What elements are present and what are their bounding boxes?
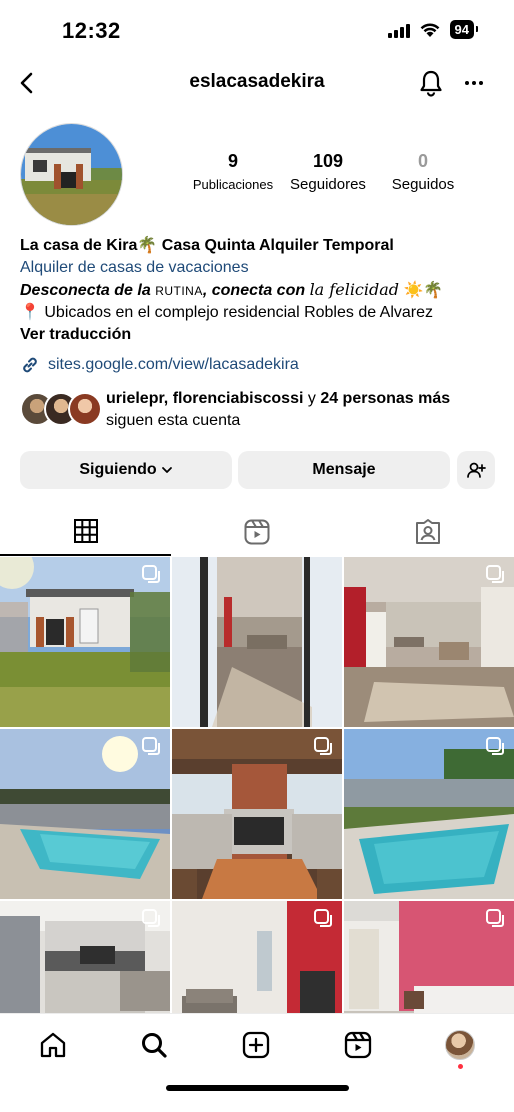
- nav-reels[interactable]: [338, 1028, 378, 1062]
- battery-indicator: 94: [449, 20, 479, 39]
- profile-display-name-suffix: Casa Quinta Alquiler Temporal: [157, 237, 394, 254]
- bio-tagline: Desconecta de la RUTINA, conecta con la …: [20, 279, 500, 302]
- multiple-photos-icon: [314, 737, 332, 755]
- search-icon: [142, 1033, 167, 1058]
- signal-icon: [387, 22, 410, 38]
- wifi-icon: [420, 22, 439, 37]
- external-link-text: sites.google.com/view/lacasadekira: [48, 356, 299, 373]
- multiple-photos-icon: [142, 737, 160, 755]
- mutual-connector: y: [303, 390, 321, 407]
- status-bar: 12:32 94: [0, 0, 514, 60]
- post-thumbnail-living-room-doorway[interactable]: [172, 557, 342, 727]
- posts-count-label: Publicaciones: [192, 177, 274, 192]
- profile-avatar[interactable]: [20, 123, 123, 226]
- status-time: 12:32: [62, 18, 121, 43]
- post-thumbnail-pool-day[interactable]: [344, 729, 514, 899]
- tagged-icon: [415, 519, 440, 544]
- multiple-photos-icon: [486, 909, 504, 927]
- tagline-smallcaps: RUTINA: [155, 284, 203, 298]
- post-thumbnail-bedroom-pink[interactable]: [344, 901, 514, 1013]
- tab-reels[interactable]: [171, 508, 342, 556]
- post-thumbnail-house-exterior[interactable]: [0, 557, 170, 727]
- multiple-photos-icon: [486, 565, 504, 583]
- nav-create[interactable]: [236, 1028, 276, 1062]
- home-indicator: [166, 1085, 349, 1091]
- profile-avatar-small: [445, 1030, 475, 1060]
- tagline-part2: , conecta con: [202, 282, 306, 299]
- followers-count-label: Seguidores: [290, 176, 366, 193]
- nav-profile[interactable]: [440, 1028, 480, 1062]
- bell-icon: [420, 70, 442, 97]
- chevron-down-icon: [161, 467, 172, 473]
- notifications-button[interactable]: [416, 68, 446, 98]
- add-user-icon: [467, 462, 486, 478]
- profile-category[interactable]: Alquiler de casas de vacaciones: [20, 257, 500, 279]
- multiple-photos-icon: [486, 737, 504, 755]
- post-thumbnail-living-room-sofa[interactable]: [172, 901, 342, 1013]
- grid-icon: [73, 519, 98, 543]
- profile-display-name: La casa de Kira: [20, 237, 138, 254]
- following-button-label: Siguiendo: [79, 461, 157, 478]
- bio-location-line: 📍 Ubicados en el complejo residencial Ro…: [20, 302, 500, 324]
- tab-posts-grid[interactable]: [0, 508, 171, 556]
- mutual-followers[interactable]: urielepr, florenciabiscossi y 24 persona…: [20, 388, 500, 432]
- mutual-names: urielepr, florenciabiscossi: [106, 390, 304, 407]
- following-count-label: Seguidos: [391, 176, 455, 193]
- external-link[interactable]: sites.google.com/view/lacasadekira: [20, 355, 299, 375]
- mutual-avatar: [68, 392, 102, 426]
- post-thumbnail-kitchen[interactable]: [0, 901, 170, 1013]
- multiple-photos-icon: [142, 909, 160, 927]
- nav-search[interactable]: [134, 1028, 174, 1062]
- pin-icon: 📍: [20, 304, 40, 321]
- reels-icon: [244, 519, 269, 545]
- link-icon: [23, 357, 37, 373]
- create-icon: [242, 1031, 270, 1059]
- profile-tabs: [0, 508, 514, 556]
- sun-palm-emoji: ☀️🌴: [403, 282, 444, 299]
- message-button-label: Mensaje: [312, 461, 376, 478]
- posts-count-value: 9: [227, 151, 238, 171]
- posts-count[interactable]: 9 Publicaciones: [188, 150, 278, 195]
- mutual-avatars: [20, 392, 102, 428]
- bottom-navigation: [0, 1013, 514, 1112]
- tab-tagged[interactable]: [342, 508, 513, 556]
- multiple-photos-icon: [314, 909, 332, 927]
- palm-emoji: 🌴: [137, 237, 158, 254]
- reels-icon: [344, 1031, 372, 1059]
- followers-count-value: 109: [312, 151, 344, 171]
- profile-stats: 9 Publicaciones 109 Seguidores 0 Seguido…: [180, 150, 470, 200]
- message-button[interactable]: Mensaje: [238, 451, 450, 489]
- status-icons: 94: [387, 20, 479, 39]
- bio-name-line: La casa de Kira🌴 Casa Quinta Alquiler Te…: [20, 235, 500, 257]
- tagline-part1: Desconecta de la: [20, 282, 151, 299]
- see-translation-link[interactable]: Ver traducción: [20, 324, 500, 346]
- profile-bio: La casa de Kira🌴 Casa Quinta Alquiler Te…: [20, 235, 500, 346]
- nav-home[interactable]: [33, 1028, 73, 1062]
- followers-count[interactable]: 109 Seguidores: [283, 150, 373, 195]
- profile-header: eslacasadekira: [0, 62, 514, 106]
- following-button[interactable]: Siguiendo: [20, 451, 232, 489]
- home-icon: [40, 1032, 66, 1058]
- post-thumbnail-pool-sunset[interactable]: [0, 729, 170, 899]
- notification-dot: [458, 1064, 463, 1069]
- suggested-users-button[interactable]: [457, 451, 495, 489]
- following-count-value: 0: [417, 151, 428, 171]
- more-options-button[interactable]: [460, 68, 488, 98]
- profile-photo: [21, 124, 122, 225]
- post-thumbnail-living-room-red-wall[interactable]: [344, 557, 514, 727]
- following-count[interactable]: 0 Seguidos: [383, 150, 463, 195]
- bio-location: Ubicados en el complejo residencial Robl…: [44, 304, 434, 321]
- multiple-photos-icon: [142, 565, 160, 583]
- mutual-suffix: siguen esta cuenta: [106, 412, 241, 429]
- post-thumbnail-barbecue-grill[interactable]: [172, 729, 342, 899]
- posts-grid: [0, 557, 514, 1013]
- profile-actions: Siguiendo Mensaje: [20, 451, 496, 489]
- mutual-followers-text: urielepr, florenciabiscossi y 24 persona…: [106, 388, 506, 432]
- tagline-script: la felicidad: [309, 280, 400, 299]
- mutual-others: 24 personas más: [320, 390, 451, 407]
- more-dots-icon: [465, 81, 469, 85]
